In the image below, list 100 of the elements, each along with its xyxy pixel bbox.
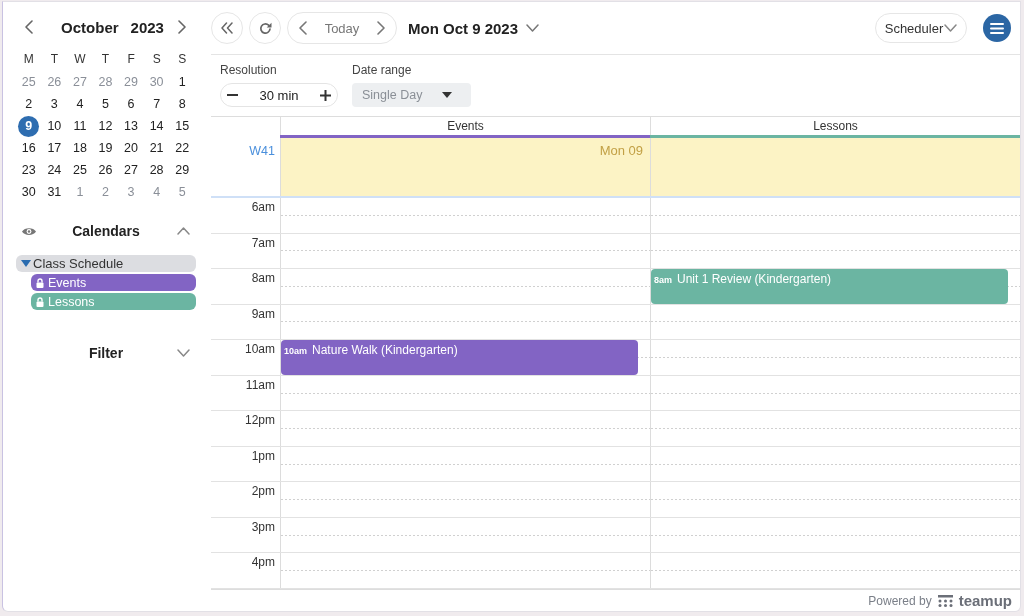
calendar-day[interactable]: 1 (171, 71, 193, 93)
calendar-day[interactable]: 8 (171, 93, 193, 115)
resolution-label: Resolution (220, 63, 278, 77)
time-label: 10am (244, 342, 275, 357)
time-label: 6am (251, 200, 275, 214)
time-slot[interactable] (280, 517, 650, 553)
calendar-day[interactable]: 30 (18, 181, 40, 203)
day-label: Mon 09 (599, 143, 643, 158)
time-label: 11am (245, 377, 275, 392)
caret-down-icon (442, 92, 452, 98)
time-label: 8am (251, 271, 275, 286)
weekday-label: W (74, 52, 86, 66)
event-time: 8am (654, 275, 672, 286)
time-slot[interactable] (650, 198, 1020, 233)
time-slot[interactable] (650, 553, 1020, 588)
time-label: 9am (251, 306, 275, 321)
decrease-button[interactable] (224, 91, 241, 99)
time-slot[interactable] (280, 482, 650, 517)
time-slot[interactable] (650, 340, 1020, 375)
refresh-button[interactable] (249, 12, 281, 44)
time-slot[interactable] (280, 375, 650, 411)
collapse-sidebar-button[interactable] (211, 12, 243, 44)
time-slot[interactable] (280, 233, 650, 269)
calendar-day[interactable]: 21 (146, 137, 168, 159)
time-slot[interactable] (280, 304, 650, 340)
calendar-day[interactable]: 23 (18, 159, 40, 181)
menu-icon (990, 22, 1004, 34)
caret-down-icon[interactable] (21, 260, 31, 267)
time-slot[interactable] (650, 482, 1020, 517)
calendar-day[interactable]: 20 (120, 137, 142, 159)
year-label: 2023 (130, 18, 164, 36)
refresh-icon (258, 21, 272, 35)
calendar-day[interactable]: 9 (18, 115, 40, 137)
double-chevron-left-icon (221, 22, 233, 34)
time-slot[interactable] (650, 375, 1020, 411)
panel-heading: Calendars (71, 223, 141, 239)
next-month-icon[interactable] (178, 20, 186, 34)
calendar-day[interactable]: 27 (120, 159, 142, 181)
time-slot[interactable] (280, 446, 650, 482)
next-day-button[interactable] (374, 18, 388, 38)
calendar-item[interactable]: Events (31, 274, 196, 291)
calendar-day[interactable]: 18 (69, 137, 91, 159)
time-label: 7am (251, 235, 275, 250)
event-title: Unit 1 Review (Kindergarten) (677, 272, 832, 287)
calendar-day[interactable]: 24 (43, 159, 65, 181)
time-label: 4pm (251, 555, 275, 570)
time-slot[interactable] (650, 411, 1020, 446)
calendar-day[interactable]: 22 (171, 137, 193, 159)
calendar-day[interactable]: 3 (43, 93, 65, 115)
weekday-label: S (178, 52, 187, 66)
time-slot[interactable] (280, 269, 650, 304)
chevron-left-icon (299, 21, 307, 35)
weekday-label: F (127, 52, 135, 66)
calendar-day[interactable]: 25 (69, 159, 91, 181)
today-button[interactable]: Today (324, 20, 360, 36)
calendar-day[interactable]: 26 (95, 159, 116, 181)
calendar-group-item[interactable]: Class Schedule (16, 255, 196, 272)
calendar-day[interactable]: 31 (43, 181, 65, 203)
chevron-up-icon[interactable] (176, 227, 190, 235)
calendar-day[interactable]: 19 (95, 137, 116, 159)
menu-button[interactable] (983, 14, 1011, 42)
chevron-right-icon (377, 21, 385, 35)
resolution-value: 30 min (259, 87, 299, 103)
calendar-day[interactable]: 2 (18, 93, 40, 115)
calendar-day[interactable]: 6 (120, 93, 142, 115)
time-slot[interactable] (650, 304, 1020, 340)
calendar-day[interactable]: 4 (69, 93, 91, 115)
calendar-day[interactable]: 7 (146, 93, 168, 115)
chevron-down-icon (526, 24, 540, 32)
calendar-day[interactable]: 16 (18, 137, 40, 159)
view-select-button[interactable]: Scheduler (875, 13, 967, 43)
powered-by-text: Powered by (868, 593, 932, 608)
time-slot[interactable] (280, 411, 650, 446)
chevron-down-icon[interactable] (176, 349, 190, 357)
calendar-day[interactable]: 17 (43, 137, 65, 159)
prev-day-button[interactable] (296, 18, 310, 38)
brand-name: teamup (958, 592, 1012, 609)
calendar-day[interactable]: 12 (95, 115, 116, 137)
weekday-label: M (23, 52, 34, 66)
calendar-day[interactable]: 29 (171, 159, 193, 181)
time-slot[interactable] (280, 553, 650, 588)
week-number[interactable]: W41 (249, 144, 275, 158)
time-slot[interactable] (650, 517, 1020, 553)
calendar-day[interactable]: 5 (95, 93, 116, 115)
prev-month-icon[interactable] (25, 20, 33, 34)
calendar-day[interactable]: 14 (146, 115, 168, 137)
calendar-day[interactable]: 15 (171, 115, 193, 137)
date-picker-button[interactable]: Mon Oct 9 2023 (408, 19, 540, 37)
calendar-day[interactable]: 10 (43, 115, 65, 137)
time-slot[interactable] (280, 198, 650, 233)
calendar-day[interactable]: 11 (69, 115, 91, 137)
chevron-down-icon (944, 24, 958, 32)
weekday-label: S (152, 52, 161, 66)
time-slot[interactable] (650, 446, 1020, 482)
eye-icon[interactable] (22, 226, 36, 236)
time-label: 2pm (251, 484, 275, 499)
time-slot[interactable] (650, 233, 1020, 269)
calendar-day[interactable]: 13 (120, 115, 142, 137)
calendar-day[interactable]: 28 (146, 159, 168, 181)
date-range-label: Date range (352, 63, 413, 77)
